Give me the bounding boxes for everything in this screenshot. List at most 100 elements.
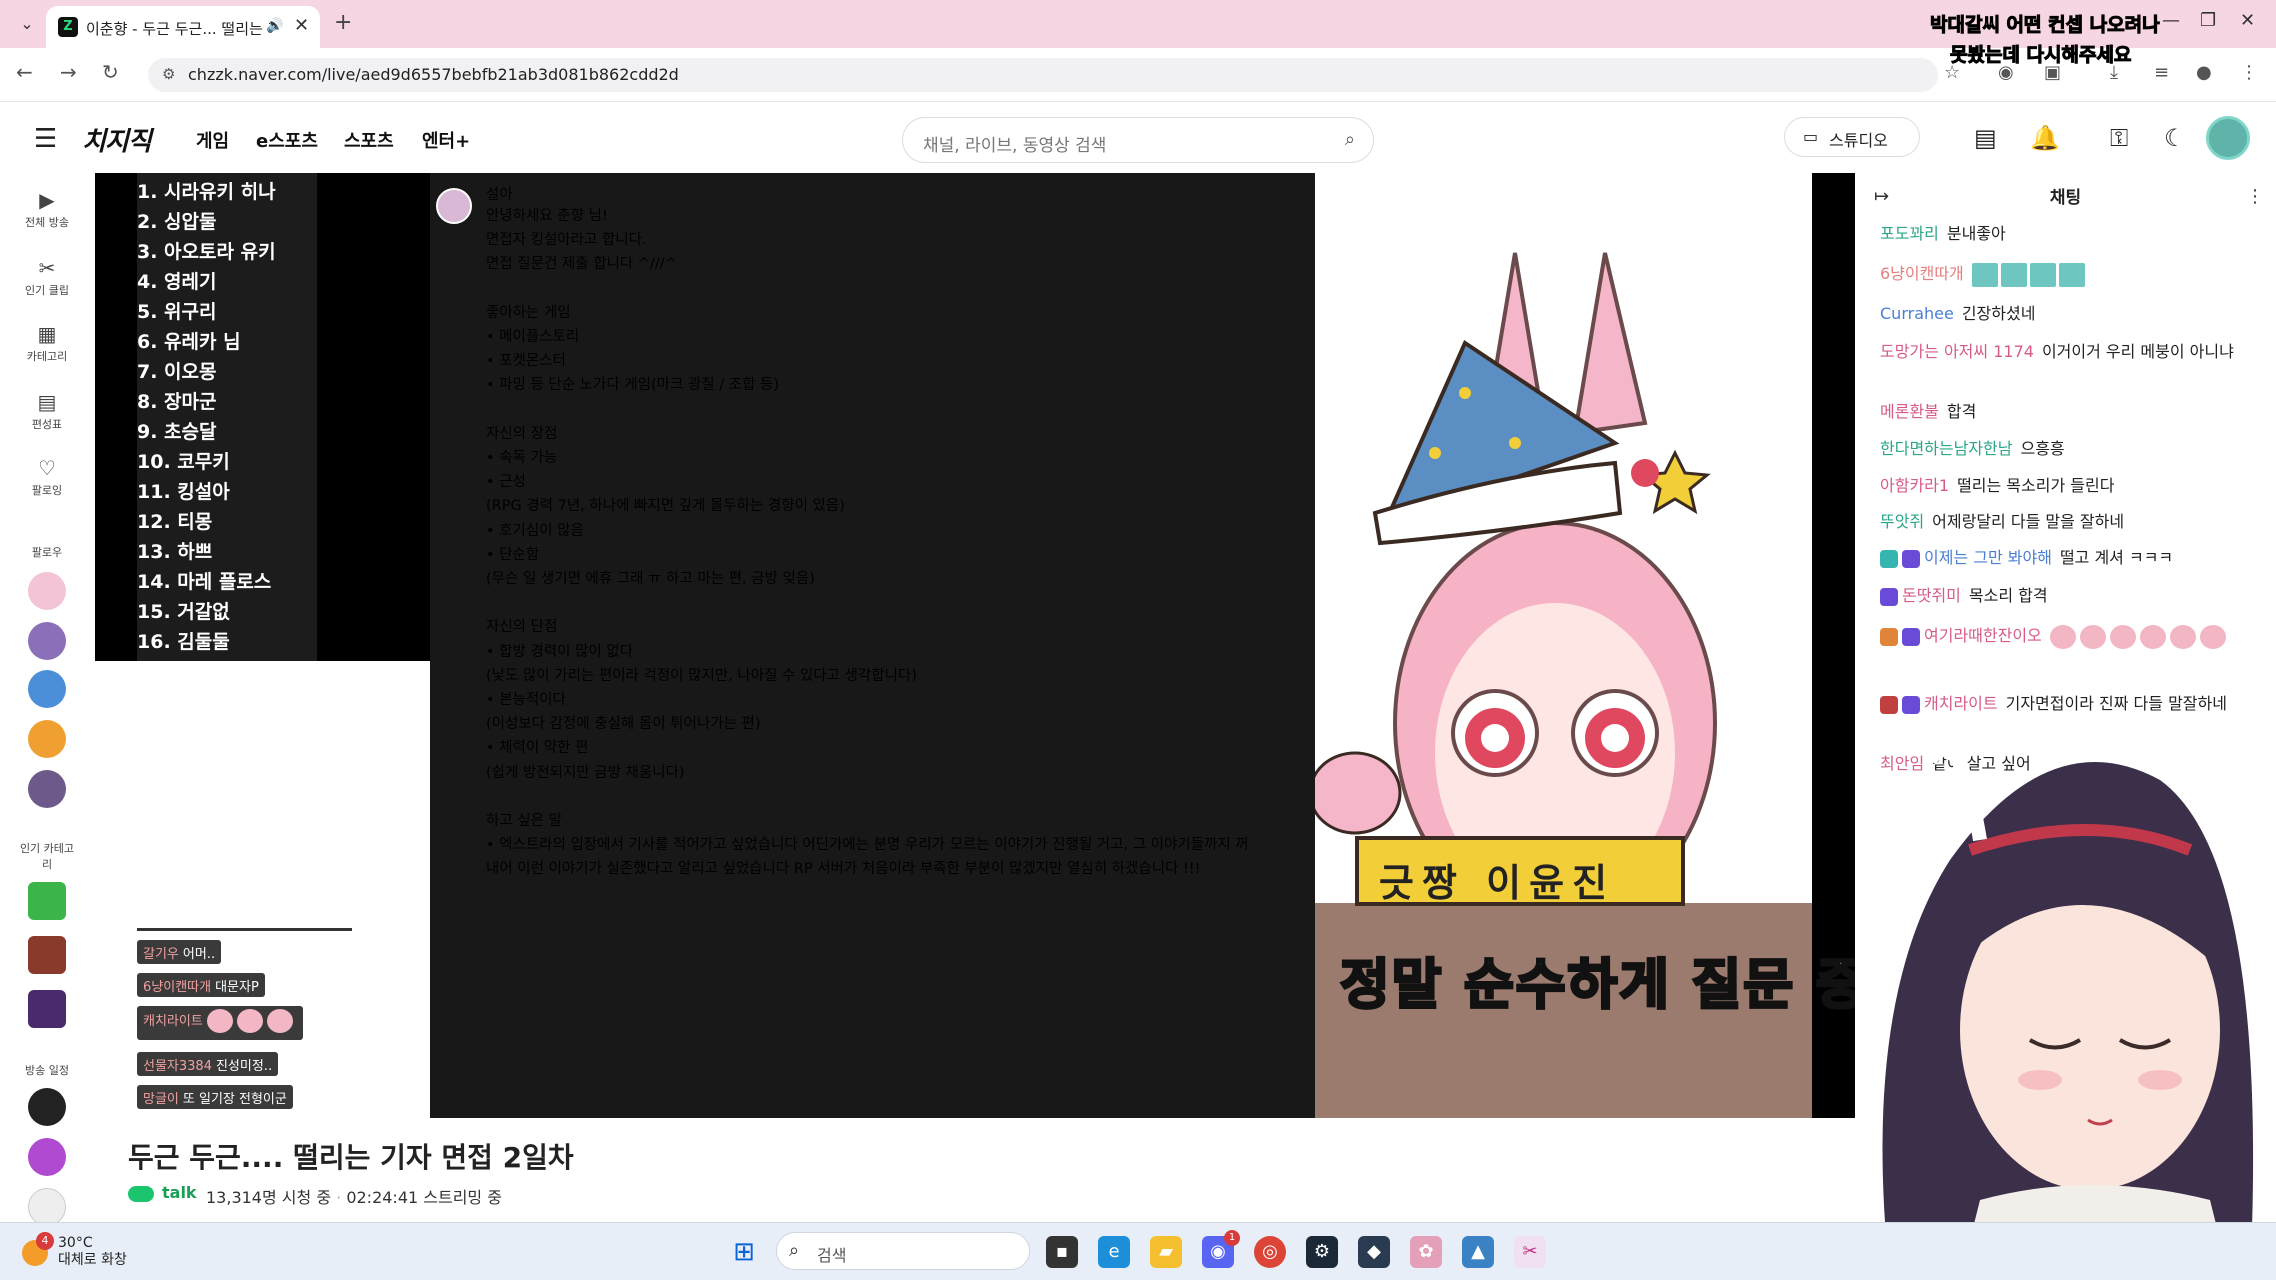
followed-channel-avatar[interactable] bbox=[28, 770, 66, 808]
chat-message: 메론환불 합격 bbox=[1880, 400, 2260, 424]
steam-icon[interactable]: ⚙ bbox=[1306, 1236, 1338, 1268]
chat-text: 목소리 합격 bbox=[1968, 586, 2048, 605]
notification-bell-icon[interactable]: 🔔 bbox=[2030, 124, 2060, 152]
search-icon[interactable]: ⌕ bbox=[1345, 129, 1355, 150]
tab-list-chevron-icon[interactable]: ⌄ bbox=[12, 10, 42, 38]
sidebar-item-category[interactable]: ▦ 카테고리 bbox=[18, 322, 76, 364]
category-thumbnail[interactable] bbox=[28, 936, 66, 974]
sidebar-item-schedule[interactable]: ▤ 편성표 bbox=[18, 390, 76, 432]
sidebar-item-following[interactable]: ♡ 팔로잉 bbox=[18, 456, 76, 498]
snipping-tool-icon[interactable]: ✂ bbox=[1514, 1236, 1546, 1268]
category-thumbnail[interactable] bbox=[28, 990, 66, 1028]
taskbar-search[interactable]: ⌕ 검색 bbox=[776, 1232, 1030, 1270]
chat-username[interactable]: 이제는 그만 봐야해 bbox=[1924, 548, 2052, 567]
doc-line: 면접 질문건 제출 합니다 ^///^ bbox=[486, 256, 677, 273]
profile-icon[interactable]: ● bbox=[2196, 62, 2212, 83]
wallet-icon[interactable]: ▤ bbox=[1974, 124, 1997, 152]
scheduled-channel-avatar[interactable] bbox=[28, 1138, 66, 1176]
file-explorer-icon[interactable]: ▰ bbox=[1150, 1236, 1182, 1268]
chat-username[interactable]: 아함카라1 bbox=[1880, 476, 1949, 495]
close-tab-icon[interactable]: ✕ bbox=[294, 15, 309, 36]
back-icon[interactable]: ← bbox=[16, 60, 33, 84]
scheduled-channel-avatar[interactable] bbox=[28, 1088, 66, 1126]
followed-channel-avatar[interactable] bbox=[28, 572, 66, 610]
nameplate: 긋짱 이윤진 bbox=[1355, 836, 1685, 906]
chzzk-logo[interactable]: 치지직 bbox=[82, 121, 152, 158]
emote-icon bbox=[2079, 624, 2106, 649]
chat-username[interactable]: 도망가는 아저씨 1174 bbox=[1880, 342, 2034, 361]
url-field[interactable]: ⚙ chzzk.naver.com/live/aed9d6557bebfb21a… bbox=[148, 58, 1938, 92]
chat-username[interactable]: 6냥이캔따개 bbox=[1880, 264, 1964, 283]
nav-esports[interactable]: e스포츠 bbox=[256, 127, 318, 153]
overlay-chat-user: 캐치라이트 bbox=[143, 1013, 203, 1029]
emote-icon bbox=[206, 1009, 233, 1033]
chat-username[interactable]: 뚜앗쥐 bbox=[1880, 512, 1924, 531]
chat-message: 한다면하는남자한남 으흥흥 bbox=[1880, 437, 2260, 461]
windows-taskbar bbox=[0, 1222, 2276, 1280]
chat-username[interactable]: 여기라때한잔이오 bbox=[1924, 626, 2042, 645]
doc-line: (쉽게 방전되지만 금방 채움니다) bbox=[486, 764, 685, 781]
followed-channel-avatar[interactable] bbox=[28, 670, 66, 708]
ranking-item: 11. 킹설아 bbox=[137, 481, 230, 503]
search-input[interactable]: 채널, 라이브, 동영상 검색 ⌕ bbox=[902, 117, 1374, 163]
stream-category[interactable]: talk bbox=[162, 1183, 197, 1202]
overlay-chat-message: 캐치라이트 bbox=[137, 1006, 303, 1040]
chat-username[interactable]: Currahee bbox=[1880, 304, 1954, 323]
forward-icon[interactable]: → bbox=[60, 60, 77, 84]
key-icon[interactable]: ⚿ bbox=[2110, 124, 2128, 152]
app-icon[interactable]: ✿ bbox=[1410, 1236, 1442, 1268]
studio-button[interactable]: ▭ 스튜디오 bbox=[1784, 117, 1920, 157]
nav-sports[interactable]: 스포츠 bbox=[344, 127, 394, 153]
streamer-avatar-illustration bbox=[1882, 743, 2254, 1280]
emote-icon bbox=[2029, 262, 2056, 287]
badge-icon bbox=[1880, 627, 1898, 646]
emote-icon bbox=[2058, 262, 2085, 287]
subscriber-badge-icon bbox=[1880, 587, 1898, 606]
chat-title: 채팅 bbox=[2049, 188, 2082, 208]
site-info-icon[interactable]: ⚙ bbox=[162, 65, 175, 83]
chat-username[interactable]: 한다면하는남자한남 bbox=[1880, 439, 2012, 458]
search-icon: ⌕ bbox=[789, 1240, 800, 1261]
sidebar-label: 팔로잉 bbox=[31, 484, 63, 497]
followed-channel-avatar[interactable] bbox=[28, 720, 66, 758]
sidebar-item-all-live[interactable]: ▶ 전체 방송 bbox=[18, 188, 76, 230]
discord-badge: 1 bbox=[1224, 1230, 1240, 1246]
task-view-icon[interactable]: ▪ bbox=[1046, 1236, 1078, 1268]
category-thumbnail[interactable] bbox=[28, 882, 66, 920]
new-tab-button[interactable]: + bbox=[334, 10, 352, 35]
ranking-item: 16. 김둘둘 bbox=[137, 631, 230, 653]
stream-meta: 13,314명 시청 중 · 02:24:41 스트리밍 중 bbox=[206, 1188, 502, 1207]
doc-line: • 호기심이 많음 bbox=[486, 522, 584, 539]
app-icon[interactable]: ▲ bbox=[1462, 1236, 1494, 1268]
nav-game[interactable]: 게임 bbox=[196, 127, 229, 153]
overlay-chat-text: 어머.. bbox=[182, 947, 216, 962]
maximize-icon[interactable]: ❐ bbox=[2200, 10, 2216, 31]
chat-username[interactable]: 돈땃쥐미 bbox=[1902, 586, 1961, 605]
chat-username[interactable]: 메론환불 bbox=[1880, 402, 1939, 421]
windows-start-icon[interactable]: ⊞ bbox=[728, 1236, 760, 1268]
dark-mode-moon-icon[interactable]: ☾ bbox=[2164, 124, 2186, 152]
user-avatar[interactable] bbox=[2206, 116, 2250, 160]
close-window-icon[interactable]: ✕ bbox=[2240, 10, 2255, 31]
sidebar-item-clips[interactable]: ✂ 인기 클립 bbox=[18, 256, 76, 298]
browser-tab[interactable]: Z 이춘향 - 두근 두근... 떨리는 기자 면접 2일차 🔊 ✕ bbox=[46, 6, 320, 48]
chat-username[interactable]: 포도꽈리 bbox=[1880, 224, 1939, 243]
badge-icon bbox=[1880, 549, 1898, 568]
stream-title: 두근 두근.... 떨리는 기자 면접 2일차 bbox=[128, 1141, 574, 1174]
speaker-icon[interactable]: 🔊 bbox=[266, 18, 283, 34]
chat-menu-icon[interactable]: ⋮ bbox=[2246, 186, 2264, 207]
chat-text: 이거이거 우리 메붕이 아니냐 bbox=[2041, 342, 2234, 361]
edge-browser-icon[interactable]: e bbox=[1098, 1236, 1130, 1268]
reload-icon[interactable]: ↻ bbox=[102, 60, 119, 84]
nav-entertainment[interactable]: 엔터+ bbox=[422, 127, 470, 153]
followed-channel-avatar[interactable] bbox=[28, 622, 66, 660]
app-icon[interactable]: ◆ bbox=[1358, 1236, 1390, 1268]
weather-widget[interactable]: 30°C 대체로 화창 bbox=[58, 1235, 127, 1269]
doc-line: 안녕하세요 춘향 님! bbox=[486, 208, 608, 224]
browser-menu-icon[interactable]: ⋮ bbox=[2240, 62, 2258, 83]
menu-icon[interactable]: ☰ bbox=[34, 124, 57, 154]
chrome-icon[interactable]: ◎ bbox=[1254, 1236, 1286, 1268]
ranking-item: 13. 하쁘 bbox=[137, 541, 213, 563]
minimize-icon[interactable]: — bbox=[2162, 10, 2180, 31]
scheduled-channel-avatar[interactable] bbox=[28, 1188, 66, 1226]
